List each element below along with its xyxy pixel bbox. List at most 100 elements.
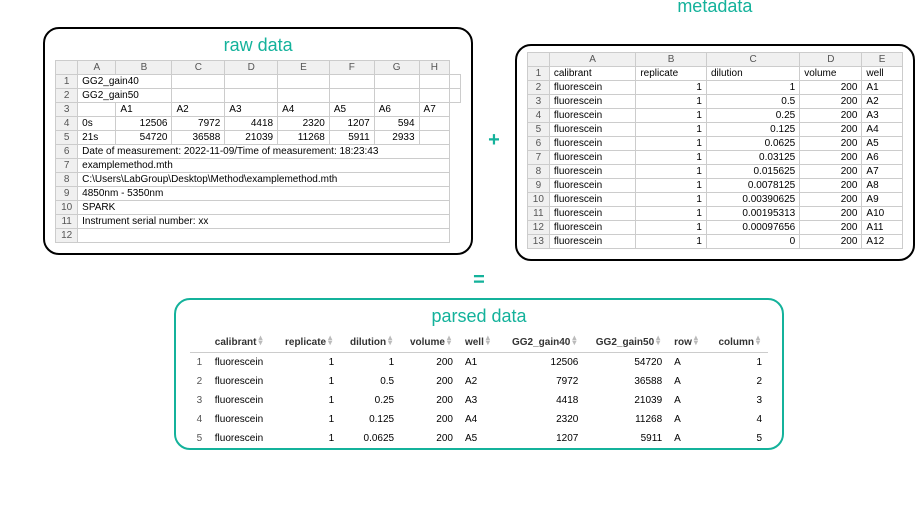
parsed-col-header: well (459, 331, 501, 353)
cell: 21039 (225, 130, 278, 144)
cell: fluorescein (549, 207, 636, 221)
header-label: dilution (350, 337, 386, 348)
cell: 1 (190, 353, 209, 373)
row-header: 9 (527, 179, 549, 193)
parsed-col-header: GG2_gain50 (584, 331, 668, 353)
cell (172, 74, 225, 88)
col-header: E (278, 60, 330, 74)
cell: A12 (862, 235, 902, 249)
sort-icon[interactable] (388, 335, 394, 345)
raw-data-sheet: A B C D E F G H 1GG2_gain402GG2_gain503A… (55, 60, 461, 243)
cell: GG2_gain50 (78, 88, 172, 102)
cell: 200 (800, 109, 862, 123)
raw-data-panel: raw data A B C D E F G H 1GG2_gain402GG2… (43, 27, 473, 255)
cell: 200 (800, 123, 862, 137)
parsed-col-header: replicate (275, 331, 340, 353)
row-header: 1 (527, 67, 549, 81)
cell: calibrant (549, 67, 636, 81)
cell: GG2_gain40 (78, 74, 172, 88)
corner-cell (56, 60, 78, 74)
cell: A1 (116, 102, 172, 116)
cell: replicate (636, 67, 707, 81)
row-header: 8 (56, 172, 78, 186)
cell: 200 (800, 95, 862, 109)
cell: 0.00097656 (706, 221, 799, 235)
cell: 0.015625 (706, 165, 799, 179)
cell: 0.0625 (706, 137, 799, 151)
sort-icon[interactable] (656, 335, 662, 345)
cell: 1207 (501, 429, 585, 448)
cell: A5 (862, 137, 902, 151)
parsed-row: 1fluorescein11200A11250654720A1 (190, 353, 768, 373)
sort-icon[interactable] (694, 335, 700, 345)
row-header: 13 (527, 235, 549, 249)
row-header: 11 (56, 214, 78, 228)
header-label: volume (410, 337, 445, 348)
cell (225, 88, 278, 102)
cell: 0.00195313 (706, 207, 799, 221)
sort-icon[interactable] (756, 335, 762, 345)
cell: 1 (636, 165, 707, 179)
cell (172, 88, 225, 102)
row-header: 1 (56, 74, 78, 88)
parsed-data-panel: parsed data calibrant replicate dilution vo… (174, 298, 784, 450)
cell: 1 (636, 109, 707, 123)
row-header: 6 (527, 137, 549, 151)
cell: 200 (800, 137, 862, 151)
cell (225, 74, 278, 88)
cell: 4 (709, 410, 768, 429)
cell: 200 (400, 429, 459, 448)
cell: 7972 (172, 116, 225, 130)
cell: 200 (400, 391, 459, 410)
cell (419, 88, 450, 102)
cell: 11268 (584, 410, 668, 429)
cell: 200 (800, 235, 862, 249)
cell: 36588 (172, 130, 225, 144)
cell: 54720 (584, 353, 668, 373)
cell: 0.5 (340, 372, 400, 391)
cell: 0s (78, 116, 116, 130)
cell: A4 (278, 102, 330, 116)
cell (419, 116, 450, 130)
cell: 200 (800, 165, 862, 179)
parsed-data-title: parsed data (190, 306, 768, 327)
cell: fluorescein (549, 179, 636, 193)
cell (278, 88, 330, 102)
sort-icon[interactable] (486, 335, 492, 345)
metadata-panel: A B C D E 1 calibrant replicate dilution… (515, 44, 915, 261)
cell: 1 (636, 137, 707, 151)
raw-row: 40s125067972441823201207594 (56, 116, 461, 130)
cell: 2 (709, 372, 768, 391)
parsed-row: 2fluorescein10.5200A2797236588A2 (190, 372, 768, 391)
parsed-col-header: dilution (340, 331, 400, 353)
sort-icon[interactable] (258, 335, 264, 345)
cell: A1 (459, 353, 501, 373)
cell: fluorescein (209, 353, 275, 373)
cell: A1 (862, 81, 902, 95)
cell: 0.125 (706, 123, 799, 137)
cell: 0.0625 (340, 429, 400, 448)
cell: 0.03125 (706, 151, 799, 165)
meta-row: 11fluorescein10.00195313200A10 (527, 207, 902, 221)
col-header: G (374, 60, 419, 74)
sort-icon[interactable] (328, 335, 334, 345)
cell: fluorescein (549, 137, 636, 151)
corner-cell (527, 53, 549, 67)
cell: 1 (275, 391, 340, 410)
parsed-row: 4fluorescein10.125200A4232011268A4 (190, 410, 768, 429)
header-label: calibrant (215, 337, 257, 348)
col-header: F (329, 60, 374, 74)
cell: fluorescein (549, 151, 636, 165)
cell (374, 88, 419, 102)
row-header: 7 (527, 151, 549, 165)
cell: 2320 (278, 116, 330, 130)
raw-row: 10SPARK (56, 200, 461, 214)
cell: 4 (190, 410, 209, 429)
cell: 12506 (116, 116, 172, 130)
sort-icon[interactable] (447, 335, 453, 345)
sort-icon[interactable] (572, 335, 578, 345)
row-header: 5 (527, 123, 549, 137)
col-header: D (225, 60, 278, 74)
row-header: 6 (56, 144, 78, 158)
parsed-table: calibrant replicate dilution volume well GG2_… (190, 331, 768, 448)
